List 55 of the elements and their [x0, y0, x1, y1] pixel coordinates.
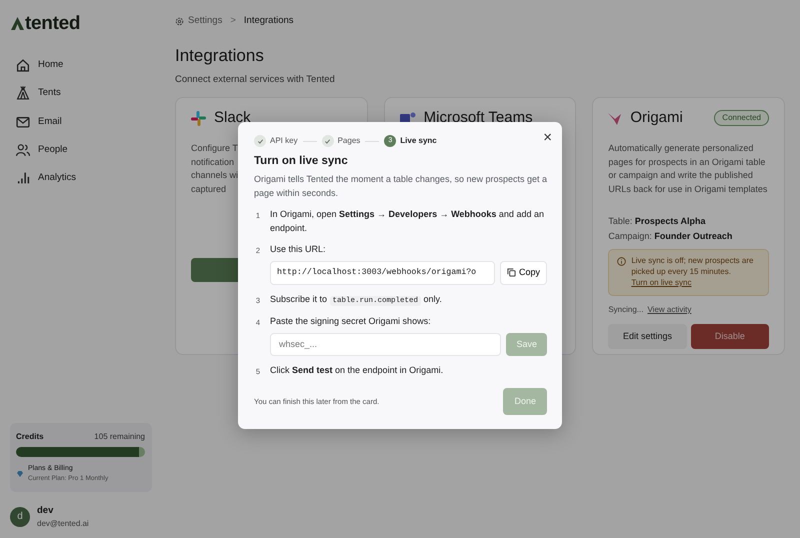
user-name: dev	[37, 504, 54, 518]
instruction-text: Use this URL:	[270, 243, 327, 256]
copy-button[interactable]: Copy	[500, 260, 547, 286]
info-icon	[617, 257, 626, 266]
nav-link[interactable]: Tents	[10, 83, 152, 104]
view-activity-link[interactable]: View activity	[647, 304, 692, 316]
breadcrumb-current: Integrations	[244, 14, 294, 28]
close-button[interactable]: ×	[543, 130, 552, 145]
breadcrumb-link[interactable]: Settings	[175, 14, 222, 28]
mail-icon	[16, 114, 30, 129]
nav-link[interactable]: Home	[10, 55, 152, 76]
user-avatar: d	[10, 506, 30, 527]
instruction-text: Click Send test on the endpoint in Origami.	[270, 364, 444, 378]
page-title: Integrations	[175, 46, 265, 67]
nav-link[interactable]: Email	[10, 112, 152, 132]
stepper-step: API key	[254, 135, 298, 147]
origami-bird-icon	[608, 112, 622, 125]
brand-name: tented	[25, 14, 80, 33]
user-email: dev@tented.ai	[37, 518, 89, 530]
status-badge: Connected	[714, 110, 769, 126]
detail-text: Table: Prospects Alpha	[608, 215, 707, 228]
dialog-title: Turn on live sync	[254, 154, 349, 169]
card-title: Origami	[630, 108, 683, 128]
description-text: notification	[191, 156, 234, 169]
tent-icon	[16, 86, 30, 100]
instruction-text: Paste the signing secret Origami shows:	[270, 315, 432, 328]
card-description: Automatically generate personalized pages for prospects in an Origami table or campaign and write the published URLs back for use in Origami templates	[608, 142, 768, 196]
slack-logo-icon	[191, 110, 206, 126]
credits-label: Credits	[16, 430, 44, 442]
gem-icon	[16, 470, 24, 478]
detail-text: Campaign: Founder Outreach	[608, 230, 734, 243]
dialog-description: Origami tells Tented the moment a table changes, so new prospects get a page within seconds.	[254, 173, 547, 200]
stepper-step: Pages	[322, 135, 360, 147]
sync-status: Syncing...	[608, 304, 644, 316]
card-title: Microsoft Teams	[424, 108, 533, 128]
description-text: Configure T	[191, 142, 238, 156]
edit-settings-button[interactable]: Edit settings	[608, 324, 687, 350]
card-title: Slack	[214, 108, 251, 128]
people-icon	[16, 142, 30, 157]
copy-icon	[506, 268, 516, 278]
instruction-text: In Origami, open Settings → Developers → Webhooks and add an endpoint.	[270, 208, 545, 235]
description-text: channels wi	[191, 169, 238, 182]
settings-icon	[175, 16, 184, 26]
description-text: captured	[191, 182, 226, 196]
bar-chart-icon	[16, 171, 30, 186]
breadcrumb-separator: >	[230, 14, 236, 28]
alert-text: Live sync is off; new prospects are picked up every 15 minutes.	[631, 256, 754, 278]
url-field[interactable]: http://localhost:3003/webhooks/origami?o	[270, 260, 495, 286]
home-icon	[16, 58, 30, 72]
logo-icon	[11, 17, 24, 30]
credits-remaining: 105 remaining	[94, 430, 145, 442]
turn-on-live-sync-link[interactable]: Turn on live sync	[631, 278, 692, 287]
page-subtitle: Connect external services with Tented	[175, 72, 336, 87]
nav-link[interactable]: Analytics	[10, 168, 152, 188]
nav-link[interactable]: People	[10, 140, 152, 160]
